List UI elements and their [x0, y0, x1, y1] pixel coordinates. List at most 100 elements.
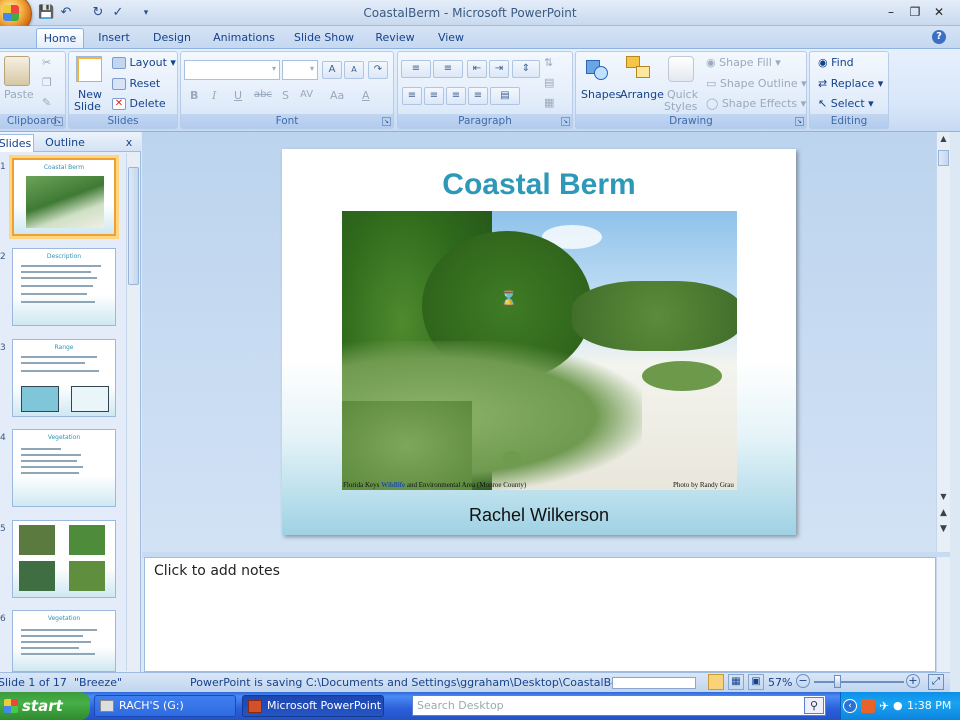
paste-icon[interactable] — [4, 56, 30, 86]
tab-slides[interactable]: Slides — [0, 134, 34, 152]
slide-thumbnail[interactable]: Coastal Berm — [12, 158, 116, 236]
justify-icon[interactable]: ≡ — [468, 87, 488, 105]
zoom-out-button[interactable]: − — [796, 674, 810, 688]
notes-placeholder[interactable]: Click to add notes — [154, 563, 280, 579]
align-left-icon[interactable]: ≡ — [402, 87, 422, 105]
speech-icon[interactable]: ● — [893, 692, 903, 720]
restore-icon[interactable]: ❐ — [906, 4, 924, 20]
shape-effects-button[interactable]: ◯ Shape Effects ▾ — [706, 97, 806, 110]
help-icon[interactable]: ? — [932, 30, 946, 44]
close-panel-icon[interactable]: x — [122, 134, 136, 152]
tray-expand-icon[interactable]: ‹ — [843, 699, 857, 713]
font-name-combo[interactable]: ▾ — [184, 60, 280, 80]
new-slide-button[interactable]: Slide — [74, 100, 101, 113]
network-icon[interactable]: ✈ — [879, 692, 889, 720]
shape-fill-button[interactable]: ◉ Shape Fill ▾ — [706, 56, 781, 69]
previous-slide-icon[interactable]: ▲ — [938, 508, 949, 522]
change-case-button[interactable]: Aa — [330, 89, 344, 102]
slides-panel-scrollbar[interactable] — [126, 153, 140, 671]
tab-review[interactable]: Review — [370, 28, 420, 48]
zoom-slider[interactable] — [814, 681, 904, 683]
scrollbar-thumb[interactable] — [128, 167, 139, 285]
copy-icon[interactable]: ❐ — [42, 76, 52, 89]
tab-home[interactable]: Home — [36, 28, 84, 48]
close-icon[interactable]: ✕ — [930, 4, 948, 20]
zoom-in-button[interactable]: + — [906, 674, 920, 688]
slide-scrollbar[interactable]: ▲ ▼ ▲ ▼ — [936, 132, 950, 552]
layout-button[interactable]: Layout ▾ — [112, 56, 176, 69]
align-right-icon[interactable]: ≡ — [446, 87, 466, 105]
find-button[interactable]: ◉ Find — [818, 56, 854, 69]
slide-title[interactable]: Coastal Berm — [282, 168, 796, 202]
next-slide-icon[interactable]: ▼ — [938, 524, 949, 538]
arrange-icon[interactable] — [626, 56, 652, 82]
tray-app-icon[interactable] — [861, 699, 875, 713]
minimize-icon[interactable]: – — [882, 4, 900, 20]
slide-photo[interactable]: ⌛ — [342, 211, 737, 490]
character-spacing-button[interactable]: AV — [300, 89, 313, 100]
slide-show-icon[interactable]: ▣ — [748, 674, 764, 690]
paste-button[interactable]: Paste — [4, 88, 34, 101]
decrease-indent-icon[interactable]: ⇤ — [467, 60, 487, 78]
normal-view-icon[interactable] — [708, 674, 724, 690]
italic-button[interactable]: I — [212, 89, 216, 102]
scroll-up-icon[interactable]: ▲ — [938, 134, 949, 144]
slide-thumbnail[interactable] — [12, 520, 116, 598]
strikethrough-button[interactable]: abc — [254, 89, 272, 100]
numbering-icon[interactable]: ≡ — [433, 60, 463, 78]
tab-slide-show[interactable]: Slide Show — [290, 28, 358, 48]
shrink-font-button[interactable]: A — [344, 61, 364, 79]
quick-styles-button[interactable]: Styles — [664, 100, 697, 113]
taskbar-item-drive[interactable]: RACH'S (G:) — [94, 695, 236, 717]
taskbar-item-powerpoint[interactable]: Microsoft PowerPoint ... — [242, 695, 384, 717]
dialog-launcher-icon[interactable]: ↘ — [561, 117, 570, 126]
scrollbar-thumb[interactable] — [938, 150, 949, 166]
slide-subtitle[interactable]: Rachel Wilkerson — [282, 505, 796, 526]
align-text-icon[interactable]: ▤ — [544, 76, 554, 89]
quick-styles-icon[interactable] — [668, 56, 694, 82]
underline-button[interactable]: U — [234, 89, 242, 102]
grow-font-button[interactable]: A — [322, 61, 342, 79]
text-direction-icon[interactable]: ⇅ — [544, 56, 553, 69]
replace-button[interactable]: ⇄ Replace ▾ — [818, 77, 883, 90]
tab-animations[interactable]: Animations — [208, 28, 280, 48]
slide-thumbnail[interactable]: Range — [12, 339, 116, 417]
start-button[interactable]: start — [0, 692, 90, 720]
zoom-slider-thumb[interactable] — [834, 675, 841, 688]
notes-scrollbar[interactable] — [936, 557, 950, 672]
slide-thumbnail[interactable]: Description — [12, 248, 116, 326]
font-size-combo[interactable]: ▾ — [282, 60, 318, 80]
format-painter-icon[interactable]: ✎ — [42, 96, 51, 109]
shapes-button[interactable]: Shapes — [581, 88, 621, 101]
shadow-button[interactable]: S — [282, 89, 289, 102]
slide-thumbnail[interactable]: Vegetation — [12, 429, 116, 507]
clock[interactable]: 1:38 PM — [907, 692, 951, 720]
fit-to-window-icon[interactable]: ⤢ — [928, 674, 944, 690]
scroll-down-icon[interactable]: ▼ — [938, 492, 949, 502]
tab-insert[interactable]: Insert — [92, 28, 136, 48]
tab-view[interactable]: View — [430, 28, 472, 48]
shape-outline-button[interactable]: ▭ Shape Outline ▾ — [706, 77, 807, 90]
search-icon[interactable]: ⚲ — [804, 697, 824, 714]
arrange-button[interactable]: Arrange — [620, 88, 664, 101]
desktop-search-input[interactable]: Search Desktop — [412, 695, 826, 716]
increase-indent-icon[interactable]: ⇥ — [489, 60, 509, 78]
clear-formatting-icon[interactable]: ↷ — [368, 61, 388, 79]
font-color-button[interactable]: A — [362, 89, 370, 102]
bullets-icon[interactable]: ≡ — [401, 60, 431, 78]
dialog-launcher-icon[interactable]: ↘ — [54, 117, 63, 126]
bold-button[interactable]: B — [190, 89, 198, 102]
smartart-icon[interactable]: ▦ — [544, 96, 554, 109]
reset-button[interactable]: Reset — [112, 77, 160, 90]
zoom-level[interactable]: 57% — [768, 676, 792, 689]
line-spacing-icon[interactable]: ⇕ — [512, 60, 540, 78]
align-center-icon[interactable]: ≡ — [424, 87, 444, 105]
shapes-icon[interactable] — [586, 56, 610, 82]
new-slide-icon[interactable] — [76, 56, 102, 82]
cut-icon[interactable]: ✂ — [42, 56, 51, 69]
tab-design[interactable]: Design — [148, 28, 196, 48]
tab-outline[interactable]: Outline — [40, 134, 90, 152]
slide-thumbnail[interactable]: Vegetation — [12, 610, 116, 672]
dialog-launcher-icon[interactable]: ↘ — [382, 117, 391, 126]
dialog-launcher-icon[interactable]: ↘ — [795, 117, 804, 126]
